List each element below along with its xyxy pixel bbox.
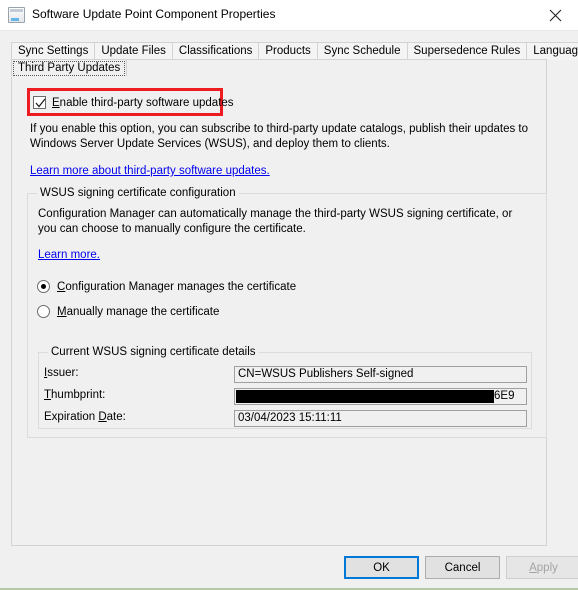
ok-button[interactable]: OK <box>344 556 419 579</box>
thumbprint-label: Thumbprint: <box>44 389 105 401</box>
issuer-value[interactable]: CN=WSUS Publishers Self-signed <box>234 366 527 383</box>
radio-selected-icon <box>37 280 50 293</box>
redaction-bar <box>236 390 494 403</box>
radio-configuration-manager-manages[interactable]: Configuration Manager manages the certif… <box>37 279 296 294</box>
group-title: Current WSUS signing certificate details <box>48 346 259 358</box>
learn-more-third-party-link[interactable]: Learn more about third-party software up… <box>30 165 270 177</box>
expiration-date-value[interactable]: 03/04/2023 15:11:11 <box>234 410 527 427</box>
tab-label: Languages <box>533 45 578 57</box>
tab-third-party-updates[interactable]: Third Party Updates <box>11 59 128 77</box>
tab-sync-schedule[interactable]: Sync Schedule <box>316 42 408 60</box>
properties-dialog-window: Software Update Point Component Properti… <box>0 0 578 590</box>
tab-label: Sync Schedule <box>323 45 401 57</box>
properties-window-icon <box>8 7 25 23</box>
radio-label: Manually manage the certificate <box>57 306 219 318</box>
tab-label: Products <box>265 45 311 57</box>
learn-more-certificate-link[interactable]: Learn more. <box>38 249 100 261</box>
tab-label: Classifications <box>178 45 253 57</box>
label-rest: nable third-party software updates <box>59 96 234 109</box>
issuer-label: Issuer: <box>44 367 79 379</box>
tab-sync-settings[interactable]: Sync Settings <box>11 42 96 60</box>
accelerator-letter: T <box>44 389 52 401</box>
title-bar: Software Update Point Component Properti… <box>0 0 578 31</box>
tab-label: Third Party Updates <box>18 62 121 74</box>
group-title: WSUS signing certificate configuration <box>37 187 239 199</box>
cancel-button[interactable]: Cancel <box>425 556 500 579</box>
tab-classifications[interactable]: Classifications <box>171 42 260 60</box>
accelerator-letter: E <box>52 96 60 109</box>
checkbox-checked-icon <box>33 96 46 109</box>
enable-third-party-updates-label: Enable third-party software updates <box>52 97 234 109</box>
expiration-date-label: Expiration Date: <box>44 411 126 423</box>
tab-row-1: Sync Settings Update Files Classifications… <box>11 42 578 60</box>
label-rest: anually manage the certificate <box>66 305 220 318</box>
tab-languages[interactable]: Languages <box>526 42 578 60</box>
apply-label-rest: pply <box>536 561 558 574</box>
tab-row-2: Third Party Updates <box>11 59 128 77</box>
tab-label: Sync Settings <box>18 45 89 57</box>
enable-third-party-updates-checkbox[interactable]: Enable third-party software updates <box>33 95 234 110</box>
tab-update-files[interactable]: Update Files <box>94 42 173 60</box>
close-icon[interactable] <box>533 0 578 30</box>
apply-button: Apply <box>506 556 578 579</box>
label-post: humbprint: <box>51 389 106 401</box>
radio-label: Configuration Manager manages the certif… <box>57 281 296 293</box>
accelerator-letter: A <box>529 561 537 574</box>
radio-manually-manage[interactable]: Manually manage the certificate <box>37 304 219 319</box>
tab-label: Update Files <box>101 45 166 57</box>
thumbprint-value[interactable]: 6E9 <box>234 388 527 405</box>
accelerator-letter: M <box>57 305 67 318</box>
current-certificate-details-group: Current WSUS signing certificate details… <box>38 346 532 429</box>
label-post: ssuer: <box>47 367 79 379</box>
wsus-signing-certificate-configuration-group: WSUS signing certificate configuration C… <box>27 187 547 438</box>
feature-description: If you enable this option, you can subsc… <box>30 123 529 150</box>
accelerator-letter: D <box>98 411 107 423</box>
thumbprint-visible-tail: 6E9 <box>494 390 515 402</box>
wsus-group-description: Configuration Manager can automatically … <box>38 208 513 235</box>
label-post: ate: <box>106 411 126 423</box>
tab-supersedence-rules[interactable]: Supersedence Rules <box>406 42 528 60</box>
label-pre: Expiration <box>44 411 99 423</box>
window-title: Software Update Point Component Properti… <box>32 7 276 21</box>
tab-products[interactable]: Products <box>258 42 318 60</box>
radio-unselected-icon <box>37 305 50 318</box>
label-rest: onfiguration Manager manages the certifi… <box>65 280 297 293</box>
tab-label: Supersedence Rules <box>413 45 521 57</box>
